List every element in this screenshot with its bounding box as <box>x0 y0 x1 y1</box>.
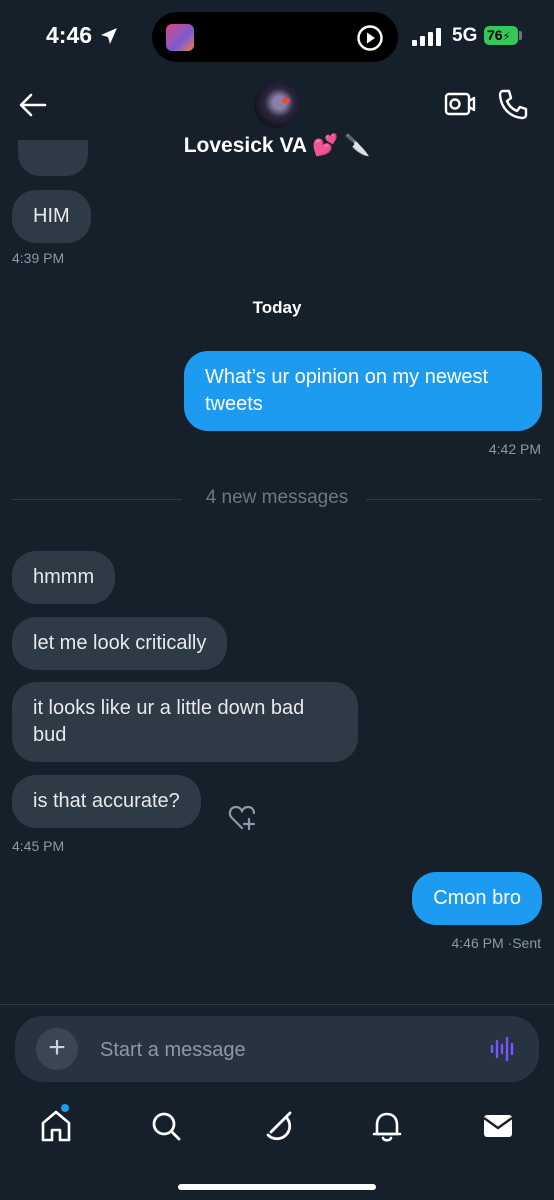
mail-icon <box>483 1115 513 1137</box>
bell-icon <box>372 1112 402 1142</box>
contact-name-emoji: 💕 🔪 <box>312 134 371 157</box>
sent-status: ·Sent <box>507 935 541 951</box>
avatar[interactable] <box>254 82 300 128</box>
arrow-left-icon <box>19 93 47 117</box>
message-timestamp: 4:46 PM <box>451 935 504 951</box>
battery-level: 76 <box>487 27 503 43</box>
message-status: 4:46 PM ·Sent <box>452 935 542 951</box>
received-message-bubble[interactable]: hmmm <box>12 551 116 604</box>
tab-home[interactable] <box>36 1106 76 1146</box>
battery-nub <box>519 31 522 40</box>
received-message-bubble[interactable]: HIM <box>12 190 91 243</box>
network-type: 5G <box>452 25 478 46</box>
divider-right <box>366 499 542 500</box>
message-input[interactable] <box>100 1030 460 1070</box>
sent-message-bubble[interactable]: What’s ur opinion on my newest tweets <box>184 351 542 431</box>
tab-search[interactable] <box>146 1106 186 1146</box>
search-icon <box>152 1112 181 1141</box>
message-timestamp: 4:39 PM <box>12 250 65 266</box>
message-timestamp: 4:42 PM <box>488 441 541 457</box>
grok-icon <box>266 1111 292 1141</box>
now-playing-thumbnail <box>166 24 194 51</box>
notification-dot <box>61 1104 69 1112</box>
voice-call-button[interactable] <box>498 88 528 120</box>
battery-indicator: 76⚡ <box>484 26 518 45</box>
add-reaction-button[interactable] <box>228 804 258 832</box>
charging-bolt-icon: ⚡ <box>502 31 511 43</box>
location-arrow-icon <box>101 28 117 44</box>
voice-waveform-icon <box>490 1036 514 1062</box>
phone-icon <box>498 89 528 120</box>
received-message-bubble[interactable]: is that accurate? <box>12 775 201 828</box>
cellular-signal-icon <box>412 28 441 46</box>
composer-divider <box>0 1004 554 1005</box>
message-timestamp: 4:45 PM <box>12 838 65 854</box>
contact-name: Lovesick VA <box>183 134 307 157</box>
day-separator: Today <box>252 298 302 317</box>
plus-icon: + <box>48 1031 66 1064</box>
play-circle-icon <box>357 25 383 51</box>
tab-messages[interactable] <box>478 1106 518 1146</box>
previous-message-bubble[interactable] <box>18 140 88 176</box>
new-messages-label: 4 new messages <box>205 487 349 508</box>
tab-grok[interactable] <box>257 1106 297 1146</box>
back-button[interactable] <box>16 88 50 122</box>
heart-plus-icon <box>228 805 256 831</box>
sent-message-bubble[interactable]: Cmon bro <box>412 872 542 925</box>
received-message-bubble[interactable]: it looks like ur a little down bad bud <box>12 682 358 762</box>
video-call-button[interactable] <box>444 90 476 118</box>
received-message-bubble[interactable]: let me look critically <box>12 617 228 670</box>
add-media-button[interactable]: + <box>36 1028 78 1070</box>
tab-notifications[interactable] <box>367 1106 407 1146</box>
voice-message-button[interactable] <box>490 1036 516 1062</box>
home-indicator <box>178 1184 376 1190</box>
home-icon <box>41 1110 71 1142</box>
status-time: 4:46 <box>46 22 93 48</box>
video-camera-icon <box>444 92 476 116</box>
